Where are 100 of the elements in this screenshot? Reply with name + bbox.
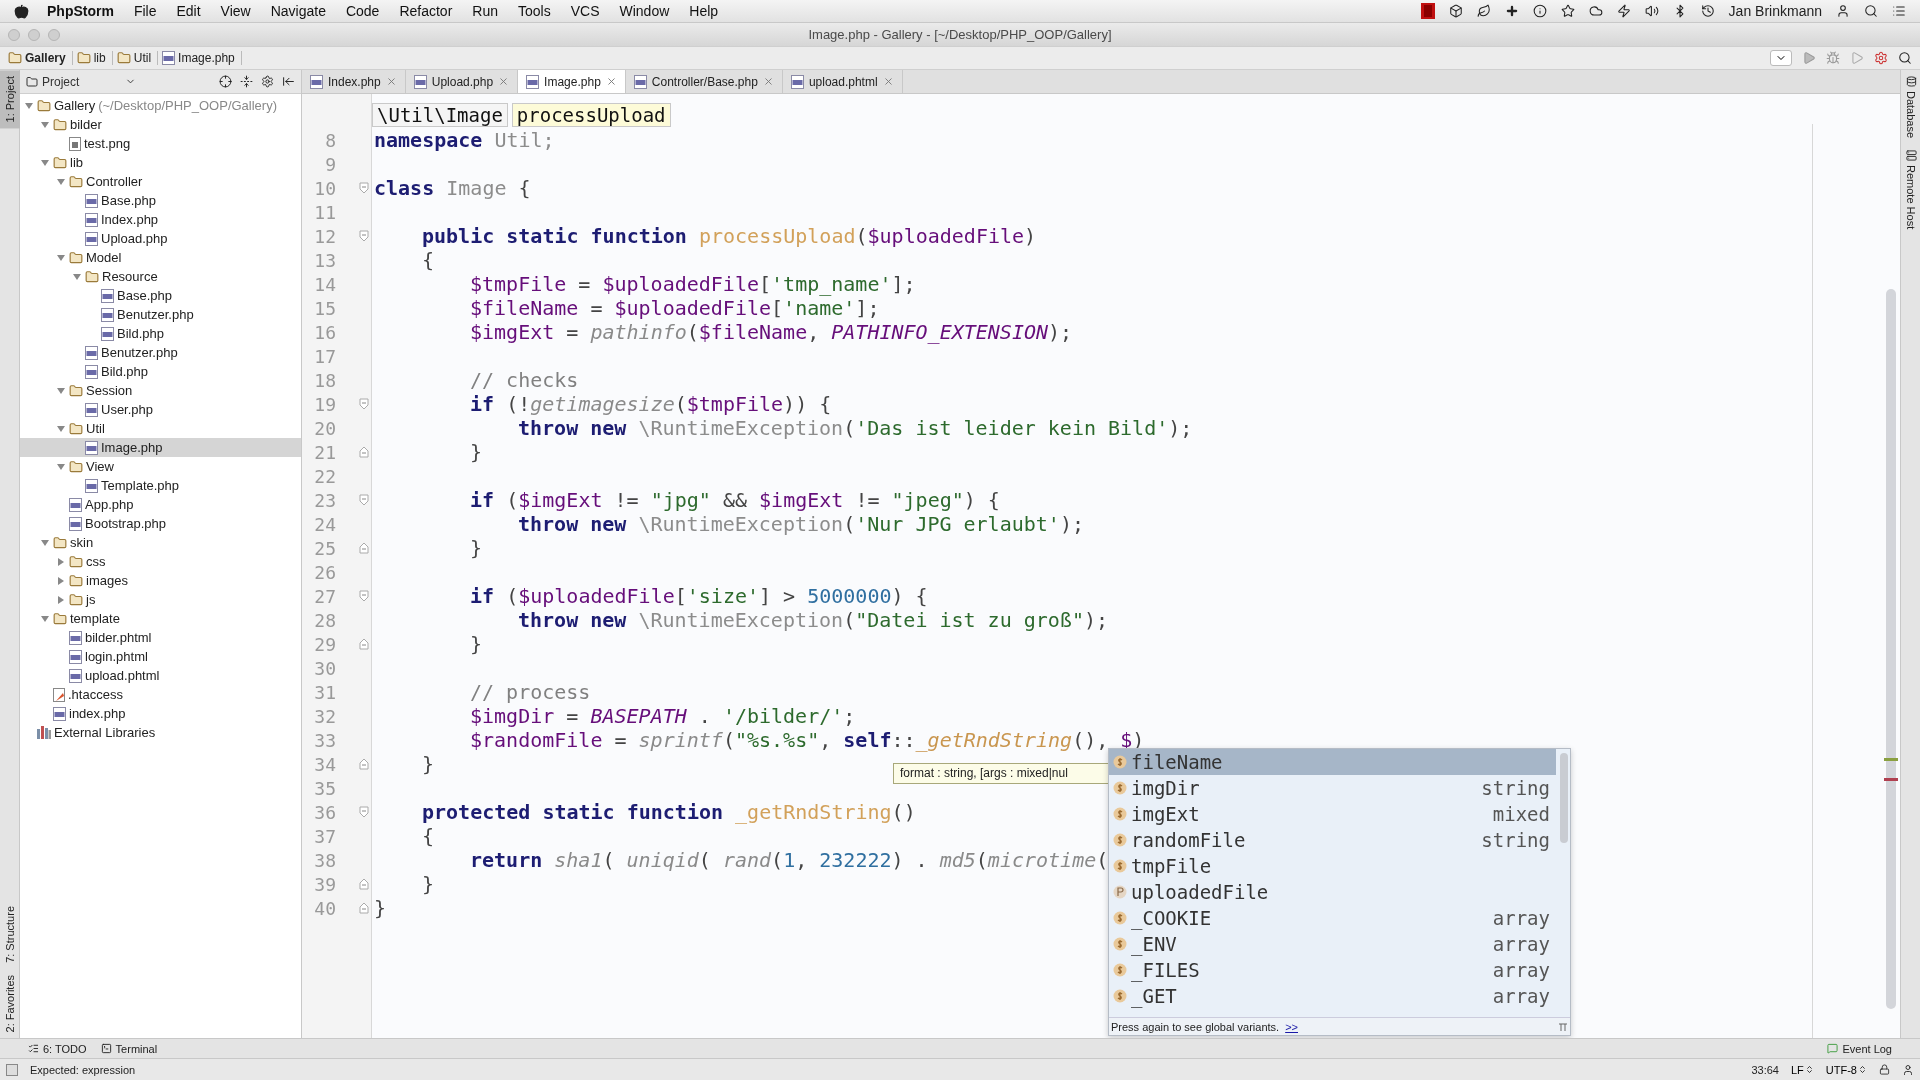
fold-marker-icon[interactable]: [359, 182, 369, 194]
scrollbar[interactable]: [1560, 753, 1568, 843]
fold-marker-icon[interactable]: [359, 638, 369, 650]
expand-arrow-icon[interactable]: [40, 157, 50, 168]
tree-item[interactable]: lib: [20, 153, 301, 172]
completion-item[interactable]: _GET array: [1109, 983, 1556, 1009]
fold-marker-icon[interactable]: [359, 398, 369, 410]
menu-item[interactable]: View: [210, 3, 261, 19]
tool-window-tab[interactable]: 1: Project: [0, 70, 20, 129]
menu-item[interactable]: File: [123, 3, 167, 19]
film-icon[interactable]: [1420, 3, 1435, 19]
completion-item[interactable]: fileName: [1109, 749, 1556, 775]
expand-arrow-icon[interactable]: [56, 385, 66, 396]
close-button[interactable]: [8, 28, 20, 41]
tree-item[interactable]: Image.php: [20, 438, 301, 457]
scrollbar[interactable]: [1886, 289, 1896, 1009]
tree-item[interactable]: test.png: [20, 134, 301, 153]
tree-item[interactable]: View: [20, 457, 301, 476]
close-icon[interactable]: [762, 76, 774, 87]
tree-item[interactable]: Gallery (~/Desktop/PHP_OOP/Gallery): [20, 96, 301, 115]
code-breadcrumb[interactable]: \Util\Image: [372, 103, 508, 127]
fold-marker-icon[interactable]: [359, 542, 369, 554]
tool-window-tab[interactable]: Remote Host: [1901, 144, 1920, 236]
fold-marker-icon[interactable]: [359, 806, 369, 818]
expand-arrow-icon[interactable]: [56, 176, 66, 187]
close-icon[interactable]: [385, 76, 397, 87]
tree-item[interactable]: Session: [20, 381, 301, 400]
tree-item[interactable]: External Libraries: [20, 723, 301, 742]
tree-item[interactable]: skin: [20, 533, 301, 552]
menu-item[interactable]: Run: [462, 3, 508, 19]
fold-marker-icon[interactable]: [359, 878, 369, 890]
breadcrumb[interactable]: Image.php: [162, 51, 242, 65]
tree-item[interactable]: Upload.php: [20, 229, 301, 248]
tree-item[interactable]: template: [20, 609, 301, 628]
fold-marker-icon[interactable]: [359, 494, 369, 506]
completion-item[interactable]: uploadedFile: [1109, 879, 1556, 905]
expand-arrow-icon[interactable]: [56, 594, 66, 605]
menu-item[interactable]: Navigate: [260, 3, 336, 19]
tree-item[interactable]: bilder.phtml: [20, 628, 301, 647]
expand-arrow-icon[interactable]: [56, 252, 66, 263]
menu-item[interactable]: Tools: [508, 3, 561, 19]
tree-item[interactable]: Resource: [20, 267, 301, 286]
completion-item[interactable]: randomFile string: [1109, 827, 1556, 853]
expand-arrow-icon[interactable]: [56, 556, 66, 567]
breadcrumb[interactable]: Gallery: [8, 51, 73, 65]
expand-arrow-icon[interactable]: [40, 119, 50, 130]
tree-item[interactable]: Base.php: [20, 191, 301, 210]
tree-item[interactable]: css: [20, 552, 301, 571]
fold-marker-icon[interactable]: [359, 230, 369, 242]
breadcrumb[interactable]: lib: [76, 51, 113, 65]
line-separator-selector[interactable]: LF: [1791, 1063, 1814, 1076]
completion-item[interactable]: _FILES array: [1109, 957, 1556, 983]
tree-item[interactable]: User.php: [20, 400, 301, 419]
close-icon[interactable]: [498, 76, 510, 87]
close-icon[interactable]: [605, 76, 617, 87]
tool-window-tab[interactable]: Terminal: [100, 1042, 158, 1055]
expand-arrow-icon[interactable]: [56, 423, 66, 434]
expand-arrow-icon[interactable]: [40, 537, 50, 548]
menu-item[interactable]: Refactor: [389, 3, 463, 19]
tree-item[interactable]: login.phtml: [20, 647, 301, 666]
panel-toggle-icon[interactable]: [6, 1063, 18, 1076]
fold-marker-icon[interactable]: [359, 590, 369, 602]
fold-marker-icon[interactable]: [359, 758, 369, 770]
editor-tab[interactable]: Image.php: [518, 70, 626, 93]
menu-item[interactable]: Help: [679, 3, 729, 19]
tree-item[interactable]: Util: [20, 419, 301, 438]
expand-arrow-icon[interactable]: [56, 461, 66, 472]
tool-window-tab[interactable]: Event Log: [1827, 1042, 1892, 1055]
link[interactable]: >>: [1285, 1020, 1298, 1033]
tree-item[interactable]: Index.php: [20, 210, 301, 229]
tree-item[interactable]: images: [20, 571, 301, 590]
completion-item[interactable]: tmpFile: [1109, 853, 1556, 879]
tree-item[interactable]: upload.phtml: [20, 666, 301, 685]
completion-item[interactable]: _ENV array: [1109, 931, 1556, 957]
user-name[interactable]: Jan Brinkmann: [1728, 3, 1822, 19]
tree-item[interactable]: .htaccess: [20, 685, 301, 704]
encoding-selector[interactable]: UTF-8: [1825, 1063, 1867, 1076]
fold-marker-icon[interactable]: [359, 446, 369, 458]
code-breadcrumb[interactable]: processUpload: [511, 103, 671, 127]
zoom-button[interactable]: [48, 28, 60, 41]
minimize-button[interactable]: [28, 28, 40, 41]
menu-item[interactable]: Code: [335, 3, 390, 19]
tree-item[interactable]: App.php: [20, 495, 301, 514]
menu-item[interactable]: Edit: [166, 3, 211, 19]
tree-item[interactable]: bilder: [20, 115, 301, 134]
menu-item[interactable]: Window: [609, 3, 680, 19]
breadcrumb[interactable]: Util: [116, 51, 159, 65]
tree-item[interactable]: Benutzer.php: [20, 343, 301, 362]
pi-icon[interactable]: [1558, 1021, 1568, 1032]
completion-item[interactable]: _COOKIE array: [1109, 905, 1556, 931]
tree-item[interactable]: Model: [20, 248, 301, 267]
expand-arrow-icon[interactable]: [56, 575, 66, 586]
menu-item[interactable]: VCS: [560, 3, 610, 19]
tree-item[interactable]: Bild.php: [20, 324, 301, 343]
tree-item[interactable]: Base.php: [20, 286, 301, 305]
tool-window-tab[interactable]: 2: Favorites: [0, 968, 20, 1038]
cursor-position[interactable]: 33:64: [1751, 1063, 1779, 1076]
tree-item[interactable]: Benutzer.php: [20, 305, 301, 324]
expand-arrow-icon[interactable]: [40, 613, 50, 624]
tool-window-tab[interactable]: 6: TODO: [28, 1042, 87, 1055]
